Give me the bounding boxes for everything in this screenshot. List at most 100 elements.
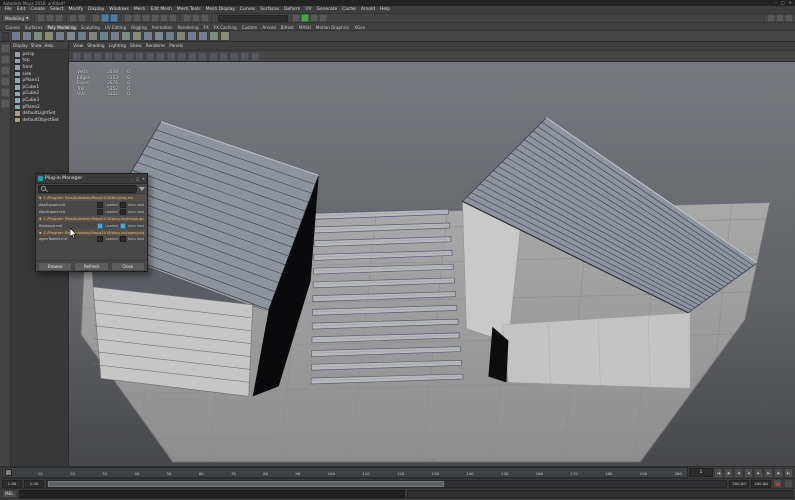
panel-menu-shading[interactable]: Shading <box>87 44 104 49</box>
field-chart-icon[interactable] <box>187 51 197 61</box>
animation-end-field[interactable]: 200.00 <box>751 479 771 488</box>
step-forward-frame-icon[interactable]: |▶ <box>774 467 783 478</box>
auto-keyframe-icon[interactable] <box>773 479 782 488</box>
shelf-item-helix-icon[interactable] <box>132 31 142 41</box>
browse-button[interactable]: Browse <box>38 261 73 271</box>
resolution-gate-icon[interactable] <box>166 51 176 61</box>
menu-mesh-display[interactable]: Mesh Display <box>203 7 237 12</box>
outliner-item-defaultlightset[interactable]: defaultLightSet <box>11 110 68 117</box>
redo-icon[interactable] <box>78 14 87 22</box>
outliner-item-pplane2[interactable]: pPlane2 <box>11 103 68 111</box>
loaded-checkbox[interactable] <box>97 236 104 243</box>
bookmarks-icon[interactable] <box>103 51 113 61</box>
menu-windows[interactable]: Windows <box>107 7 132 12</box>
loaded-checkbox[interactable] <box>97 202 104 209</box>
outliner-item-side[interactable]: side <box>11 70 68 78</box>
loaded-checkbox[interactable] <box>97 222 104 229</box>
menu-deform[interactable]: Deform <box>282 7 303 12</box>
menu-edit-mesh[interactable]: Edit Mesh <box>148 7 174 12</box>
step-back-key-icon[interactable]: ◀ <box>734 467 743 478</box>
go-to-end-icon[interactable]: ▶| <box>784 467 793 478</box>
input-connections-icon[interactable] <box>192 14 201 22</box>
menu-surfaces[interactable]: Surfaces <box>258 7 282 12</box>
shelf-tab-uv-editing[interactable]: UV Editing <box>102 25 128 30</box>
grid-toggle-icon[interactable] <box>145 51 155 61</box>
shelf-item-type-icon[interactable] <box>165 31 175 41</box>
auto-load-checkbox[interactable] <box>119 222 126 229</box>
shelf-item-platonic-icon[interactable] <box>88 31 98 41</box>
panel-menu-view[interactable]: View <box>73 44 83 49</box>
viewport-3d-view[interactable]: Verts 2678 0 Edges 5353 0 Faces 2676 0 Tris 5352 0 U… <box>69 62 795 466</box>
outliner-item-top[interactable]: top <box>11 57 68 65</box>
command-line-mode-toggle[interactable]: MEL <box>2 489 17 498</box>
loaded-checkbox[interactable] <box>97 208 104 215</box>
shelf-tab-rigging[interactable]: Rigging <box>129 25 150 30</box>
playback-start-field[interactable]: 1.00 <box>24 479 44 488</box>
plugin-section-header[interactable]: ▼ C:/Program Files/Autodesk/Maya2018/plug… <box>37 215 146 222</box>
shelf-item-disc-icon[interactable] <box>77 31 87 41</box>
lock-camera-icon[interactable] <box>82 51 92 61</box>
select-object-icon[interactable] <box>101 14 110 22</box>
shelf-tab-bifrost[interactable]: Bifrost <box>278 25 296 30</box>
maximize-icon[interactable]: □ <box>781 1 785 5</box>
menu-cache[interactable]: Cache <box>340 7 359 12</box>
dialog-maximize-icon[interactable]: □ <box>136 176 140 181</box>
menu-help[interactable]: Help <box>378 7 393 12</box>
current-frame-marker[interactable] <box>5 469 12 476</box>
shelf-tab-animation[interactable]: Animation <box>149 25 175 30</box>
step-back-frame-icon[interactable]: ◀| <box>724 467 733 478</box>
menu-generate[interactable]: Generate <box>314 7 340 12</box>
snap-point-icon[interactable] <box>142 14 151 22</box>
play-backwards-icon[interactable]: ◀ <box>744 467 753 478</box>
quick-selection-field[interactable] <box>218 14 289 22</box>
shelf-item-svg-icon[interactable] <box>176 31 186 41</box>
wireframe-mode-icon[interactable] <box>219 51 228 61</box>
shelf-tab-sculpting[interactable]: Sculpting <box>78 25 102 30</box>
step-forward-key-icon[interactable]: ▶ <box>764 467 773 478</box>
shelf-item-cube-icon[interactable] <box>22 31 32 41</box>
menu-mesh-tools[interactable]: Mesh Tools <box>174 7 203 12</box>
undo-icon[interactable] <box>69 14 78 22</box>
outliner-item-defaultobjectset[interactable]: defaultObjectSet <box>11 116 68 124</box>
channel-box-toggle-icon[interactable] <box>785 14 793 22</box>
time-slider-track[interactable]: 1102030405060708090100110120130140150160… <box>2 467 688 478</box>
playback-end-field[interactable]: 200.00 <box>729 479 749 488</box>
panel-menu-show[interactable]: Show <box>130 44 142 49</box>
auto-load-checkbox[interactable] <box>119 202 126 209</box>
lasso-tool-icon[interactable] <box>0 55 10 64</box>
scale-tool-icon[interactable] <box>0 99 10 108</box>
plugin-section-header[interactable]: ▼ C:/Program Files/Autodesk/Maya2018/bin/… <box>37 195 146 202</box>
play-forwards-icon[interactable]: ▶ <box>754 467 763 478</box>
lights-mode-icon[interactable] <box>250 51 260 61</box>
outliner-item-pplane1[interactable]: pPlane1 <box>11 77 68 84</box>
auto-load-checkbox[interactable] <box>119 236 126 243</box>
open-render-view-icon[interactable] <box>292 14 301 22</box>
open-scene-icon[interactable] <box>46 14 55 22</box>
menu-modify[interactable]: Modify <box>66 7 86 12</box>
gate-mask-icon[interactable] <box>177 51 186 61</box>
menu-file[interactable]: File <box>2 7 14 12</box>
tool-settings-toggle-icon[interactable] <box>776 14 784 22</box>
2d-pan-zoom-icon[interactable] <box>124 51 134 61</box>
shelf-menu-icon[interactable] <box>2 31 9 41</box>
3d-scene-canvas[interactable] <box>69 62 795 466</box>
menu-set-dropdown[interactable]: Modeling ▼ <box>2 14 32 22</box>
shelf-item-prism-icon[interactable] <box>110 31 120 41</box>
outliner-menu-show[interactable]: Show <box>31 43 42 48</box>
menu-edit[interactable]: Edit <box>14 7 28 12</box>
shelf-item-separate-icon[interactable] <box>220 31 230 41</box>
shelf-item-cylinder-icon[interactable] <box>33 31 43 41</box>
animation-start-field[interactable]: 1.00 <box>2 479 22 488</box>
dialog-close-icon[interactable]: ✕ <box>142 176 145 181</box>
menu-arnold[interactable]: Arnold <box>358 7 377 12</box>
outliner-item-pcube2[interactable]: pCube2 <box>11 90 68 98</box>
outliner-item-persp[interactable]: persp <box>11 51 68 58</box>
close-icon[interactable]: ✕ <box>789 1 792 5</box>
dialog-minimize-icon[interactable]: – <box>131 176 133 181</box>
safe-title-icon[interactable] <box>208 51 218 61</box>
plug-in-manager-titlebar[interactable]: Plug-in Manager – □ ✕ <box>36 174 147 184</box>
shelf-tab-rendering[interactable]: Rendering <box>175 25 201 30</box>
range-slider-track[interactable] <box>46 479 727 488</box>
plugin-section-header[interactable]: ▼ C:/Program Files/Autodesk/Maya2018/plug… <box>37 229 146 236</box>
render-current-frame-icon[interactable] <box>301 14 310 22</box>
